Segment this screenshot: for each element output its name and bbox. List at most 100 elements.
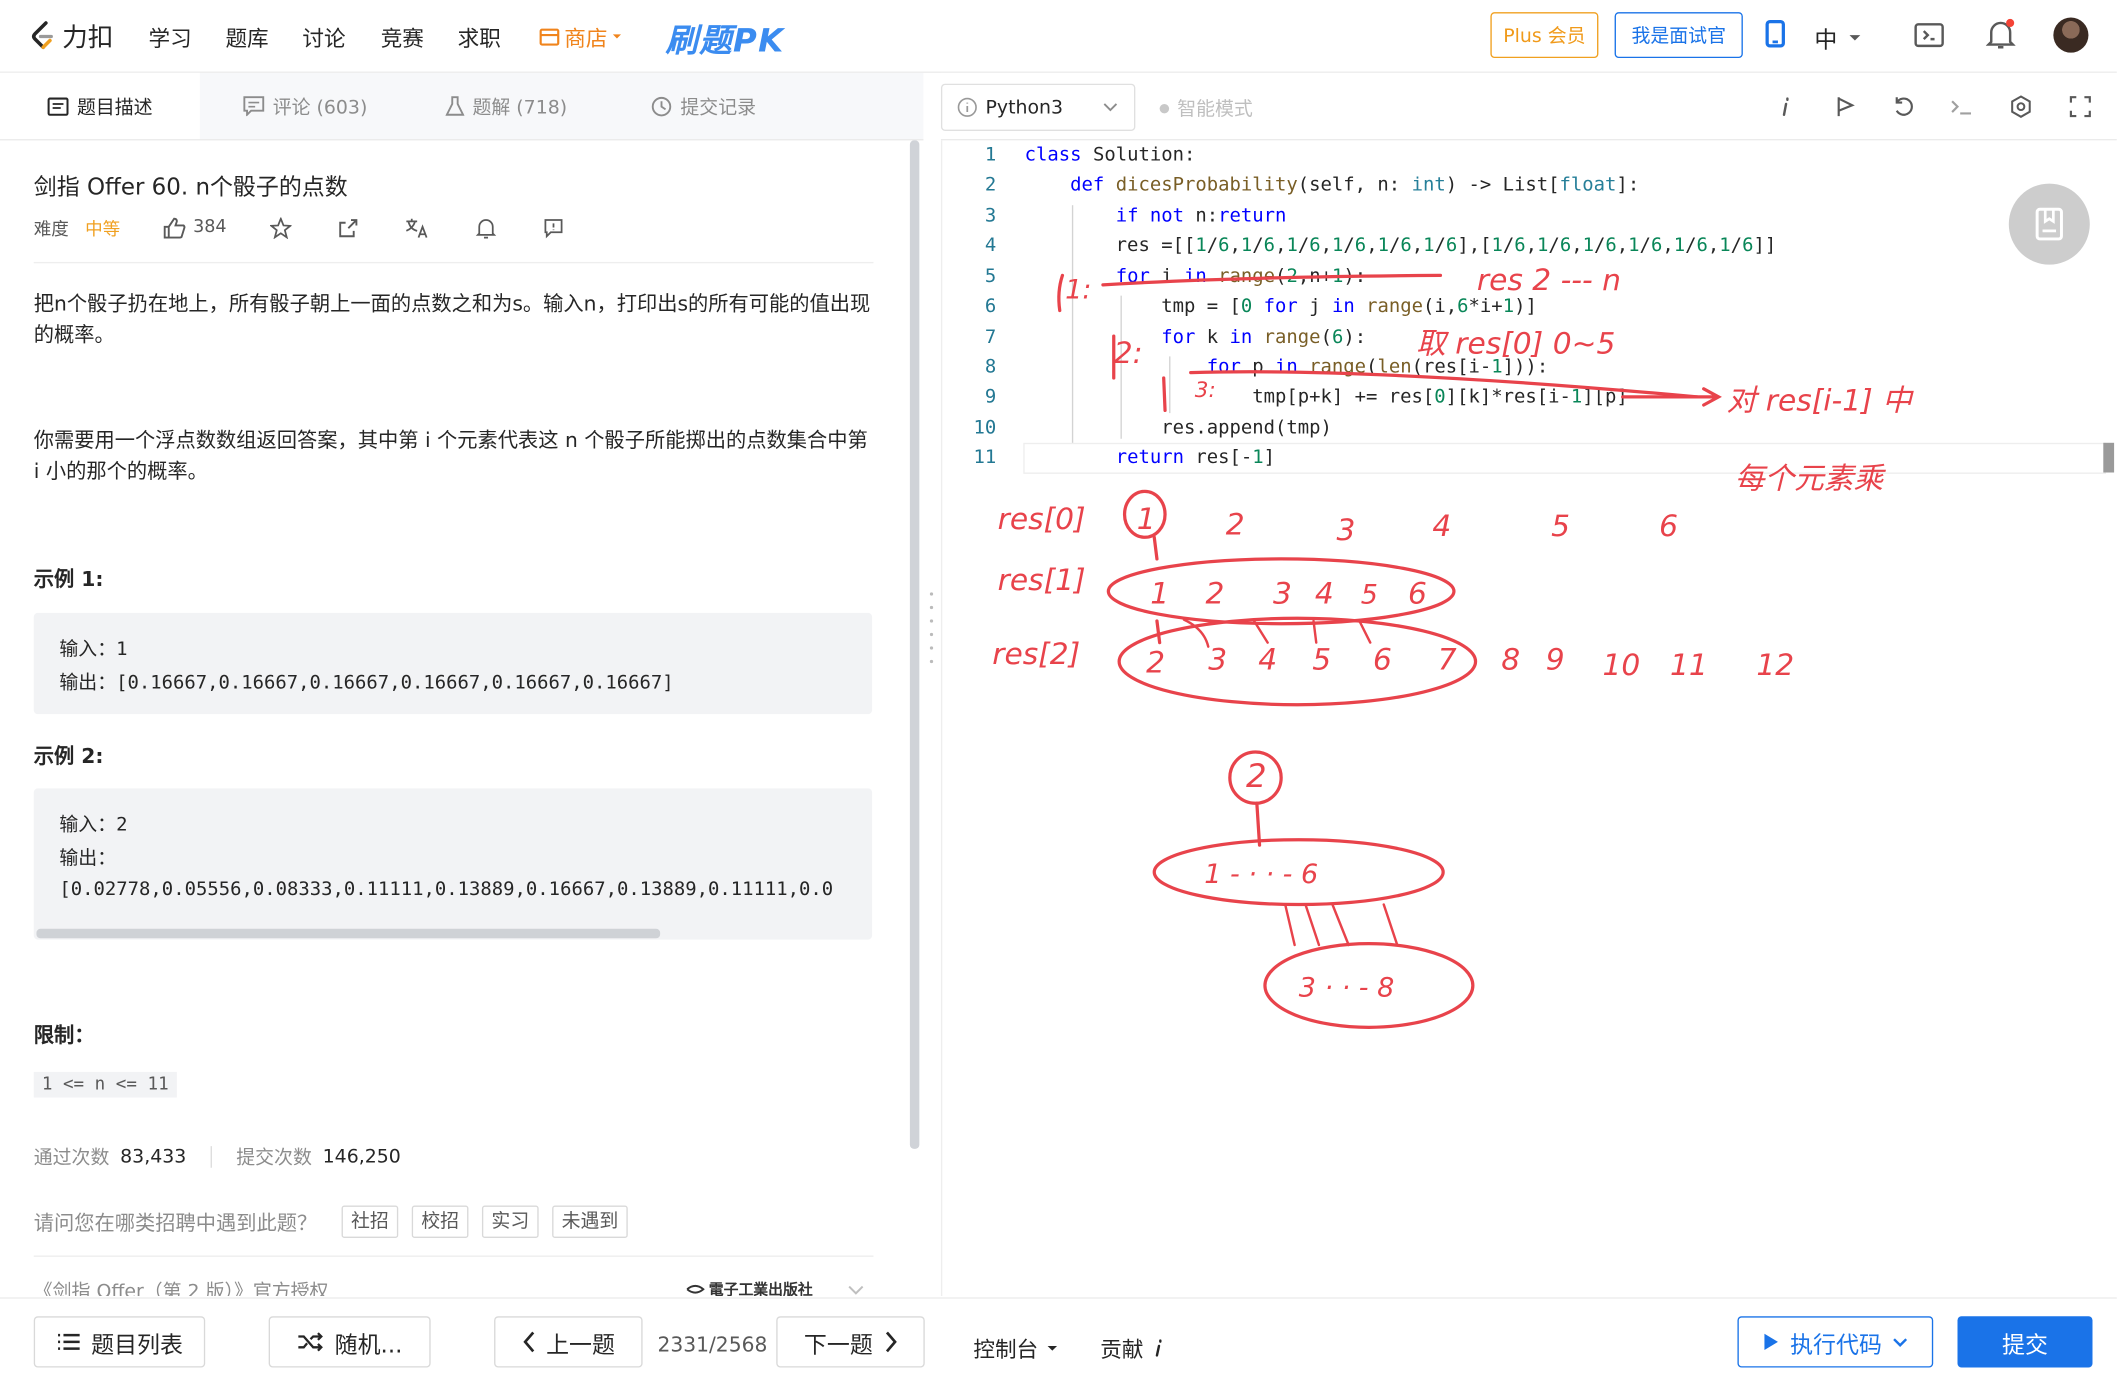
- line-number: 10: [973, 417, 997, 439]
- star-icon[interactable]: [269, 216, 292, 239]
- info-italic-icon[interactable]: [1774, 95, 1798, 119]
- tag-internship[interactable]: 实习: [481, 1205, 539, 1238]
- info-icon: [957, 97, 977, 117]
- line-number: 9: [984, 386, 997, 408]
- console-toggle[interactable]: 控制台: [973, 1331, 1058, 1363]
- caret-down-icon: [1047, 1345, 1058, 1350]
- nav-problems[interactable]: 题库: [225, 20, 268, 52]
- code-line: return res[-1]: [1115, 446, 1276, 469]
- bottom-bar: 题目列表 随机... 上一题 2331/2568 下一题 控制台 贡献 执行代码…: [0, 1297, 2117, 1384]
- problem-panel: 剑指 Offer 60. n个骰子的点数 难度 中等 384 把n个骰子扔在地上…: [0, 140, 907, 1296]
- language-switch[interactable]: 中: [1814, 20, 1861, 54]
- problem-meta: 难度 中等 384: [33, 215, 565, 241]
- feedback-icon[interactable]: [543, 217, 565, 239]
- example-1-output-label: 输出：: [59, 672, 117, 694]
- tab-submissions-label: 提交记录: [680, 96, 756, 119]
- translate-icon[interactable]: [405, 217, 429, 239]
- leetcode-logo[interactable]: 力扣: [30, 16, 114, 54]
- next-problem-label: 下一题: [803, 1331, 873, 1359]
- nav-discuss[interactable]: 讨论: [302, 20, 345, 52]
- user-avatar[interactable]: [2053, 17, 2089, 53]
- nav-learn[interactable]: 学习: [149, 20, 192, 52]
- problem-scrollbar[interactable]: [909, 140, 920, 1149]
- interviewer-button[interactable]: 我是面试官: [1614, 12, 1743, 59]
- code-line: if not n:return: [1115, 205, 1287, 227]
- tab-comments[interactable]: 评论 (603): [243, 73, 367, 139]
- play-outline-icon[interactable]: [1833, 95, 1857, 119]
- code-line: tmp = [0 for j in range(i,6*i+1)]: [1024, 295, 1537, 318]
- tab-description-label: 题目描述: [76, 96, 153, 119]
- problem-index: 2331/2568: [657, 1332, 768, 1357]
- nav-contest[interactable]: 竞赛: [381, 20, 424, 52]
- difficulty-label: 难度: [33, 220, 69, 241]
- tag-not-encountered[interactable]: 未遇到: [552, 1205, 628, 1238]
- pk-logo[interactable]: 刷题PK: [666, 14, 785, 61]
- share-icon[interactable]: [337, 217, 359, 239]
- tag-social-recruit[interactable]: 社招: [341, 1205, 399, 1238]
- contribute-button[interactable]: 贡献: [1100, 1331, 1165, 1363]
- recruit-question-text: 请问您在哪类招聘中遇到此题？: [33, 1210, 318, 1235]
- chevron-down-icon[interactable]: [848, 1285, 864, 1296]
- editor-scroll-marker: [2103, 442, 2115, 473]
- like-button[interactable]: 384: [163, 217, 227, 239]
- chevron-right-icon: [885, 1331, 897, 1353]
- document-icon: [47, 96, 69, 116]
- submit-button[interactable]: 提交: [1957, 1316, 2093, 1368]
- editor-toolbar: Python3 智能模式: [940, 72, 2117, 141]
- tab-submissions[interactable]: 提交记录: [651, 73, 756, 139]
- problem-description: 把n个骰子扔在地上，所有骰子朝上一面的点数之和为s。输入n，打印出s的所有可能的…: [33, 291, 871, 347]
- bell-icon[interactable]: [475, 217, 497, 239]
- language-label: 中: [1814, 27, 1838, 54]
- play-icon: [1764, 1333, 1778, 1350]
- plus-member-button[interactable]: Plus 会员: [1490, 12, 1599, 59]
- problem-list-label: 题目列表: [91, 1331, 183, 1359]
- caret-down-icon: [612, 34, 622, 39]
- console-label: 控制台: [973, 1336, 1039, 1363]
- flask-icon: [445, 95, 465, 116]
- tag-campus-recruit[interactable]: 校招: [411, 1205, 469, 1238]
- constraint: 1 <= n <= 11: [33, 1071, 177, 1098]
- smart-mode-toggle[interactable]: 智能模式: [1159, 95, 1253, 122]
- info-italic-icon: [1155, 1339, 1162, 1357]
- example-1-output: [0.16667,0.16667,0.16667,0.16667,0.16667…: [116, 672, 674, 694]
- run-code-button[interactable]: 执行代码: [1737, 1316, 1934, 1368]
- clock-icon: [651, 96, 672, 116]
- contribute-label: 贡献: [1100, 1336, 1144, 1363]
- tab-description[interactable]: 题目描述: [0, 72, 200, 140]
- line-number: 2: [984, 174, 997, 196]
- fullscreen-icon[interactable]: [2068, 95, 2092, 119]
- code-line: tmp[p+k] += res[0][k]*res[i-1][p]: [1024, 386, 1628, 408]
- problem-stats: 通过次数 83,433 提交次数 146,250: [34, 1143, 401, 1170]
- prev-problem-button[interactable]: 上一题: [494, 1316, 643, 1368]
- chevron-down-icon: [1104, 103, 1118, 112]
- accepted-label: 通过次数: [33, 1147, 110, 1170]
- code-line: for k in range(6):: [1161, 326, 1367, 349]
- line-number: 7: [984, 326, 997, 349]
- terminal-icon[interactable]: [1949, 95, 1973, 119]
- horizontal-scrollbar[interactable]: [36, 928, 661, 939]
- settings-icon[interactable]: [2009, 95, 2033, 119]
- line-number: 1: [984, 144, 997, 167]
- random-button[interactable]: 随机...: [268, 1316, 431, 1368]
- chevron-down-icon: [1893, 1337, 1908, 1347]
- code-console-icon[interactable]: [1913, 20, 1945, 50]
- nav-jobs[interactable]: 求职: [458, 20, 501, 52]
- panel-resize-handle[interactable]: [929, 589, 934, 670]
- thumbs-up-icon: [163, 217, 186, 238]
- notes-float-button[interactable]: [2008, 183, 2090, 265]
- reset-icon[interactable]: [1891, 95, 1915, 119]
- comment-icon: [243, 96, 265, 117]
- language-select[interactable]: Python3: [940, 83, 1136, 131]
- submissions-label: 提交次数: [236, 1147, 312, 1170]
- run-code-label: 执行代码: [1790, 1331, 1882, 1359]
- code-editor[interactable]: 1 2 3 4 5 6 7 8 9 10 11 class Solution: …: [940, 140, 2117, 1296]
- publisher-logo: 電子工業出版社: [686, 1278, 813, 1296]
- problem-title: 剑指 Offer 60. n个骰子的点数: [33, 174, 348, 202]
- nav-store[interactable]: 商店: [539, 20, 623, 52]
- code-line: for i in range(2,n+1):: [1115, 265, 1367, 288]
- problem-list-button[interactable]: 题目列表: [33, 1316, 206, 1368]
- code-line: res =[[1/6,1/6,1/6,1/6,1/6,1/6],[1/6,1/6…: [1024, 234, 1777, 257]
- mobile-icon[interactable]: [1764, 19, 1786, 49]
- tab-solutions[interactable]: 题解 (718): [445, 73, 567, 139]
- next-problem-button[interactable]: 下一题: [776, 1316, 925, 1368]
